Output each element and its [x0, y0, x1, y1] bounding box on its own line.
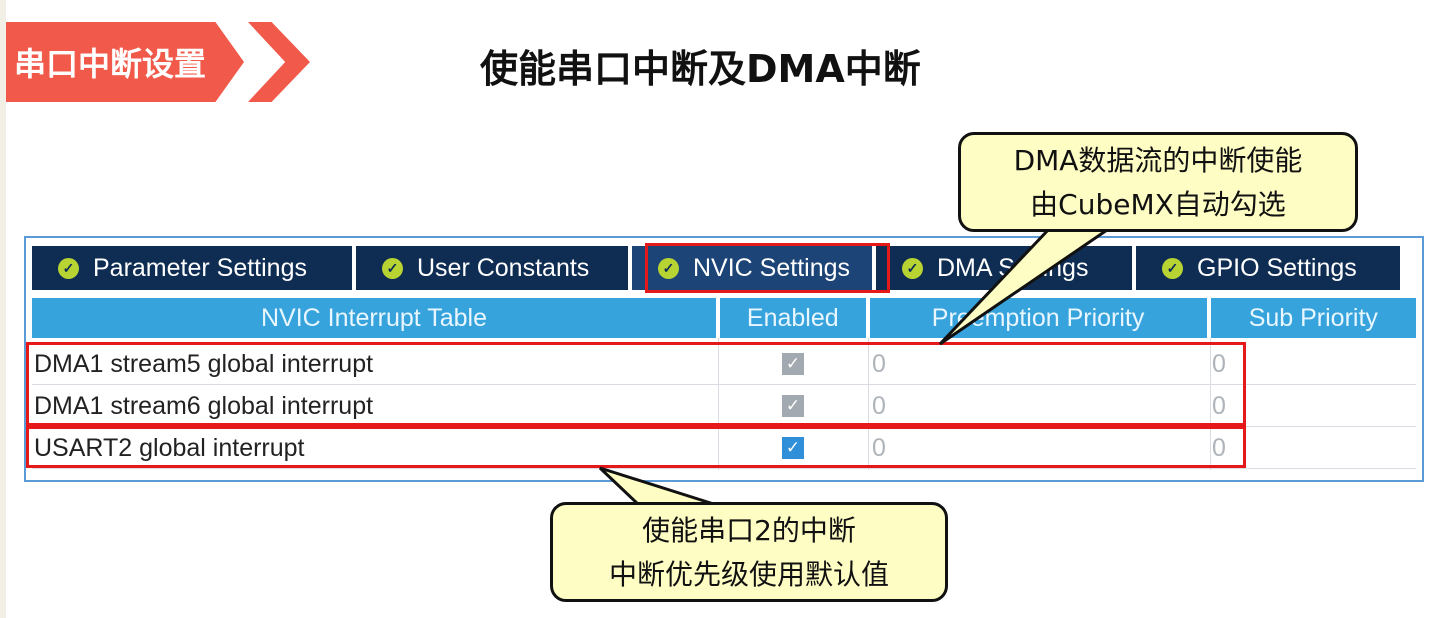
callout-line: 中断优先级使用默认值 [608, 558, 889, 591]
callout-usart-interrupt: 使能串口2的中断 中断优先级使用默认值 [550, 502, 948, 602]
callout-line: 由CubeMX自动勾选 [1030, 188, 1286, 221]
callout-top-pointer [938, 226, 1115, 346]
callout-line: DMA数据流的中断使能 [1013, 144, 1303, 177]
callout-dma-interrupt: DMA数据流的中断使能 由CubeMX自动勾选 [958, 132, 1358, 232]
callout-line: 使能串口2的中断 [642, 514, 856, 547]
callout-bottom-pointer [598, 466, 721, 508]
